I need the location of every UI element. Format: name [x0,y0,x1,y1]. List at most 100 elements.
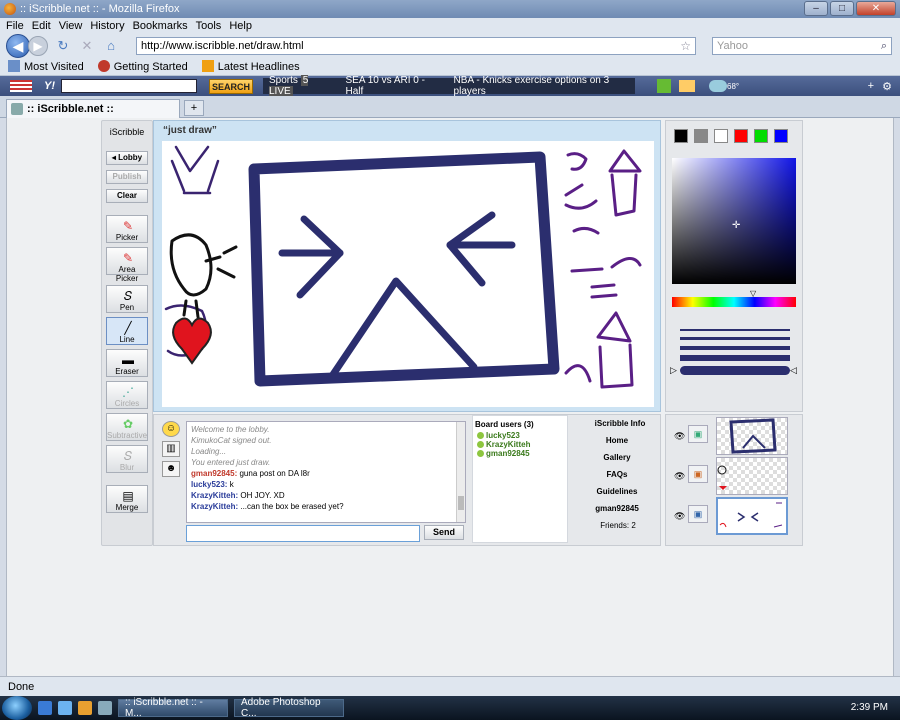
reload-icon[interactable]: ↻ [54,37,72,55]
mail-icon[interactable] [679,80,695,92]
swatch-black[interactable] [674,129,688,143]
gear-icon[interactable]: ⚙ [882,80,892,93]
layer-lock-icon[interactable]: ▣ [688,505,708,523]
line-tool[interactable]: ╱ Line [106,317,148,345]
quicklaunch-icon[interactable] [78,701,92,715]
eraser-tool[interactable]: ▬ Eraser [106,349,148,377]
yahoo-search-input[interactable] [61,79,197,93]
bookmarks-toolbar: Most Visited Getting Started Latest Head… [0,58,900,76]
pen-tool[interactable]: 𝑆 Pen [106,285,148,313]
back-button[interactable]: ◀ [6,34,30,58]
stop-icon[interactable]: ✕ [78,37,96,55]
quicklaunch-icon[interactable] [98,701,112,715]
yahoo-search-button[interactable]: SEARCH [209,78,253,94]
layer-item[interactable]: 👁 ▣ [670,457,798,495]
circles-tool[interactable]: ⋰ Circles [106,381,148,409]
swatch-white[interactable] [714,129,728,143]
close-button[interactable]: ✕ [856,1,896,16]
taskbar-firefox[interactable]: :: iScribble.net :: - M... [118,697,228,719]
window-title: :: iScribble.net :: - Mozilla Firefox [20,3,180,15]
menu-tools[interactable]: Tools [196,20,222,32]
board-users-header: Board users (3) [475,420,534,429]
area-picker-tool[interactable]: ✎ Area Picker [106,247,148,283]
bookmark-latest-headlines[interactable]: Latest Headlines [201,60,300,73]
yahoo-news-ticker[interactable]: Sports 5 LIVE SEA 10 vs ARI 0 - Half NBA… [263,75,635,97]
chat-message: Welcome to the lobby. [191,425,270,434]
drawing-canvas[interactable] [162,141,654,407]
weather-icon[interactable] [709,80,727,92]
layer-lock-icon[interactable]: ▣ [688,425,708,443]
start-button[interactable] [2,696,32,720]
link-home[interactable]: Home [574,432,660,449]
menu-edit[interactable]: Edit [32,20,51,32]
publish-button[interactable]: Publish [106,170,148,184]
add-icon[interactable]: + [868,80,874,92]
picker-tool[interactable]: ✎ Picker [106,215,148,243]
swatch-gray[interactable] [694,129,708,143]
friends-count: Friends: 2 [600,521,636,530]
layer-thumbnail[interactable] [716,497,788,535]
swatch-blue[interactable] [774,129,788,143]
layer-item[interactable]: 👁 ▣ [670,417,798,455]
swatch-red[interactable] [734,129,748,143]
window-icon[interactable]: ▥ [162,441,180,457]
bookmark-most-visited[interactable]: Most Visited [8,60,84,73]
blur-tool[interactable]: 𝑆 Blur [106,445,148,473]
clear-button[interactable]: Clear [106,189,148,203]
smiley-icon[interactable]: ☺ [162,421,180,437]
link-faqs[interactable]: FAQs [574,466,660,483]
link-profile[interactable]: gman92845 [574,500,660,517]
drawing-svg [164,145,642,389]
user-item[interactable]: KrazyKitteh [473,440,567,449]
send-button[interactable]: Send [424,525,464,540]
window-title-bar: :: iScribble.net :: - Mozilla Firefox – … [0,0,900,18]
merge-button[interactable]: ▤ Merge [106,485,148,513]
show-desktop-icon[interactable] [38,701,52,715]
layer-thumbnail[interactable] [716,417,788,455]
forward-button[interactable]: ▶ [28,36,48,56]
minimize-button[interactable]: – [804,1,828,16]
menu-history[interactable]: History [90,20,124,32]
subtractive-tool[interactable]: ✿ Subtractive [106,413,148,441]
search-box[interactable]: Yahoo ⌕ [712,37,892,55]
user-item[interactable]: gman92845 [473,449,567,458]
link-gallery[interactable]: Gallery [574,449,660,466]
maximize-button[interactable]: □ [830,1,854,16]
eye-icon[interactable]: 👁 [674,511,685,522]
layer-item[interactable]: 👁 ▣ [670,497,798,535]
taskbar-photoshop[interactable]: Adobe Photoshop C... [234,697,344,719]
address-bar[interactable]: http://www.iscribble.net/draw.html ☆ [136,37,696,55]
eye-icon[interactable]: 👁 [674,471,685,482]
swatch-green[interactable] [754,129,768,143]
hue-slider[interactable]: ▽ [672,289,796,307]
tab-iscribble[interactable]: :: iScribble.net :: [6,99,180,118]
layer-thumbnail[interactable] [716,457,788,495]
eye-icon[interactable]: 👁 [674,431,685,442]
tab-strip: :: iScribble.net :: + [0,96,900,118]
addon-icon[interactable] [657,79,671,93]
user-item[interactable]: lucky523 [473,431,567,440]
yahoo-logo-icon[interactable]: Y! [44,80,55,92]
home-icon[interactable]: ⌂ [102,37,120,55]
bookmark-star-icon[interactable]: ☆ [680,39,691,53]
crosshair-icon: ✛ [732,220,741,231]
color-gradient-picker[interactable]: ✛ [672,158,796,284]
bookmark-getting-started[interactable]: Getting Started [97,60,188,73]
chat-input[interactable] [186,525,420,542]
new-tab-button[interactable]: + [184,100,204,116]
menu-view[interactable]: View [59,20,83,32]
menu-bookmarks[interactable]: Bookmarks [133,20,188,32]
chat-log[interactable]: Welcome to the lobby. KimukoCat signed o… [186,421,466,523]
clock[interactable]: 2:39 PM [851,702,888,713]
board-title: “just draw” [163,125,217,136]
drawing-area: “just draw” [153,120,661,412]
ie-icon[interactable] [58,701,72,715]
link-guidelines[interactable]: Guidelines [574,483,660,500]
lobby-button[interactable]: ◂ Lobby [106,151,148,165]
menu-help[interactable]: Help [229,20,252,32]
chat-scrollbar[interactable] [456,422,465,522]
menu-file[interactable]: File [6,20,24,32]
search-icon[interactable]: ⌕ [881,40,887,53]
users-icon[interactable]: ☻ [162,461,180,477]
layer-lock-icon[interactable]: ▣ [688,465,708,483]
